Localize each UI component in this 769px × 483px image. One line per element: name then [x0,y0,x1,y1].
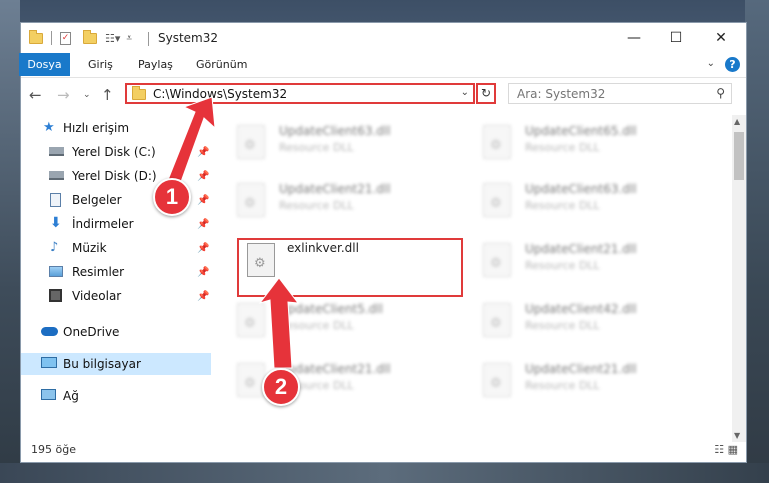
annotation-arrows [165,96,300,369]
arrow-1 [165,96,216,191]
step-badge-1: 1 [153,178,191,216]
arrow-2 [258,277,300,369]
step-badge-2: 2 [262,368,300,406]
